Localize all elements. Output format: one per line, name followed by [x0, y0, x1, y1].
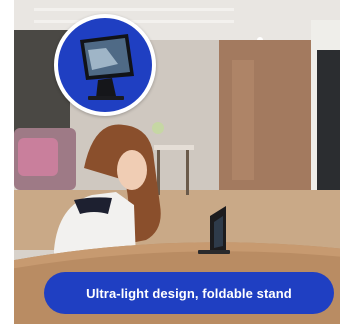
product-photo: Ultra-light design, foldable stand — [14, 0, 340, 324]
caption-text: Ultra-light design, foldable stand — [86, 285, 292, 301]
woman-face — [117, 150, 147, 190]
caption-banner: Ultra-light design, foldable stand — [44, 272, 334, 314]
tablet-stand-product-icon — [58, 18, 152, 112]
tablet-stand-inset — [54, 14, 156, 116]
